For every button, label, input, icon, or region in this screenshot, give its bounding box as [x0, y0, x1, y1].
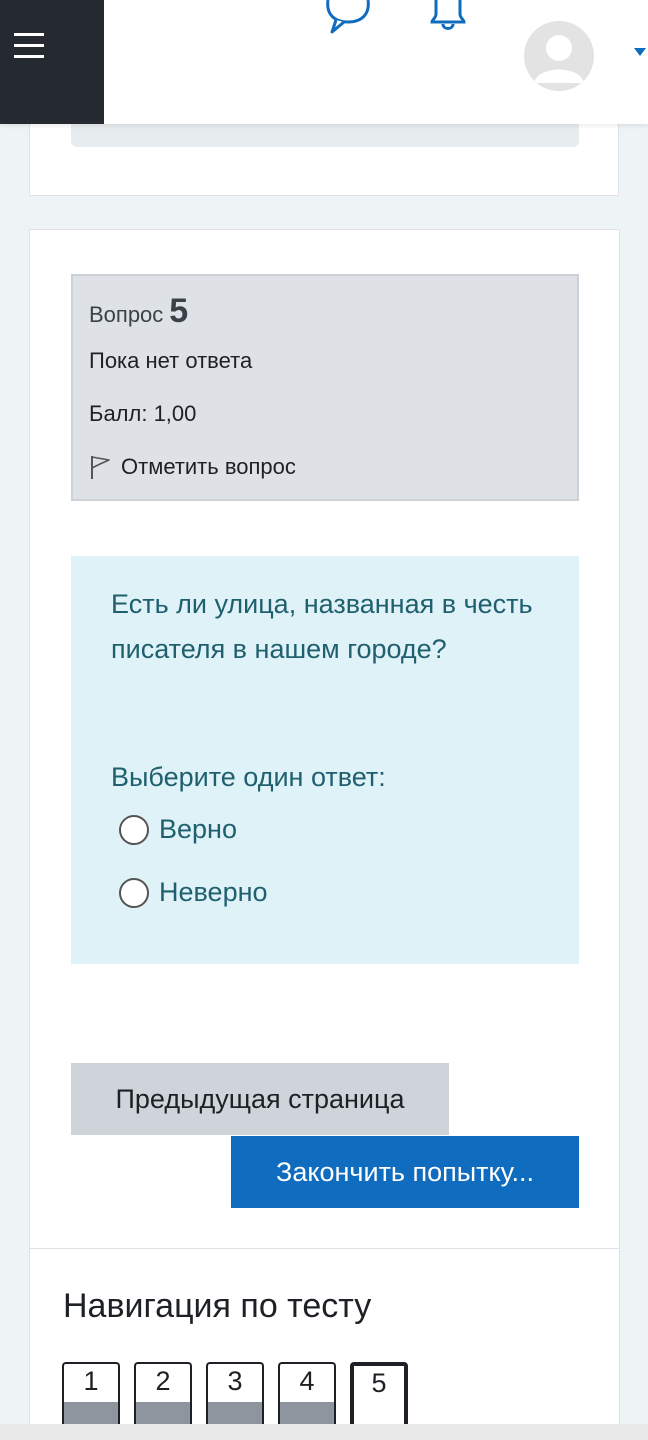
answer-option-label: Неверно [159, 877, 268, 907]
hamburger-icon-bar [14, 33, 44, 36]
question-state: Пока нет ответа [89, 348, 253, 373]
quiz-nav-button-1[interactable]: 1 [62, 1362, 120, 1432]
avatar[interactable] [524, 21, 594, 91]
radio-button[interactable] [119, 814, 149, 845]
flag-question-label: Отметить вопрос [121, 454, 296, 479]
chat-icon[interactable] [322, 0, 374, 36]
finish-attempt-button[interactable]: Закончить попытку... [231, 1136, 579, 1208]
quiz-nav-button-4[interactable]: 4 [278, 1362, 336, 1432]
question-number: 5 [169, 292, 189, 330]
hamburger-icon-bar [14, 55, 44, 58]
question-title: Вопрос 5 [89, 292, 188, 331]
hamburger-icon-bar [14, 44, 44, 47]
bottom-strip [0, 1424, 648, 1440]
question-content: Есть ли улица, названная в честь писател… [71, 556, 579, 964]
bell-icon[interactable] [426, 0, 470, 34]
previous-page-button[interactable]: Предыдущая страница [71, 1063, 449, 1135]
quiz-nav-button-2[interactable]: 2 [134, 1362, 192, 1432]
quiz-nav-number: 3 [227, 1366, 243, 1396]
flag-icon [91, 456, 110, 479]
answer-option-label: Верно [159, 814, 237, 844]
quiz-nav-number: 4 [299, 1366, 315, 1396]
caret-down-icon[interactable] [632, 46, 648, 58]
question-text: Есть ли улица, названная в честь писател… [111, 589, 533, 664]
question-info: Вопрос 5 Пока нет ответа Балл: 1,00 Отмет… [71, 274, 579, 501]
quiz-navigation: Навигация по тесту 1 2 3 4 5 [29, 1248, 620, 1440]
hamburger-menu-button[interactable] [0, 0, 104, 124]
question-card: Вопрос 5 Пока нет ответа Балл: 1,00 Отмет… [29, 229, 620, 1251]
flag-question-link[interactable]: Отметить вопрос [89, 454, 296, 480]
quiz-nav-number: 1 [83, 1366, 99, 1396]
answer-option-false[interactable]: Неверно [119, 877, 268, 908]
question-grade: Балл: 1,00 [89, 401, 197, 426]
quiz-navigation-title: Навигация по тесту [63, 1287, 372, 1325]
question-label: Вопрос [89, 302, 164, 327]
quiz-nav-number: 2 [155, 1366, 171, 1396]
answer-prompt: Выберите один ответ: [111, 762, 386, 792]
quiz-nav-number: 5 [371, 1368, 387, 1398]
top-navbar [0, 0, 648, 124]
quiz-nav-button-5[interactable]: 5 [350, 1362, 408, 1432]
quiz-nav-button-3[interactable]: 3 [206, 1362, 264, 1432]
radio-button[interactable] [119, 877, 149, 908]
user-icon [534, 35, 584, 83]
answer-option-true[interactable]: Верно [119, 814, 237, 845]
